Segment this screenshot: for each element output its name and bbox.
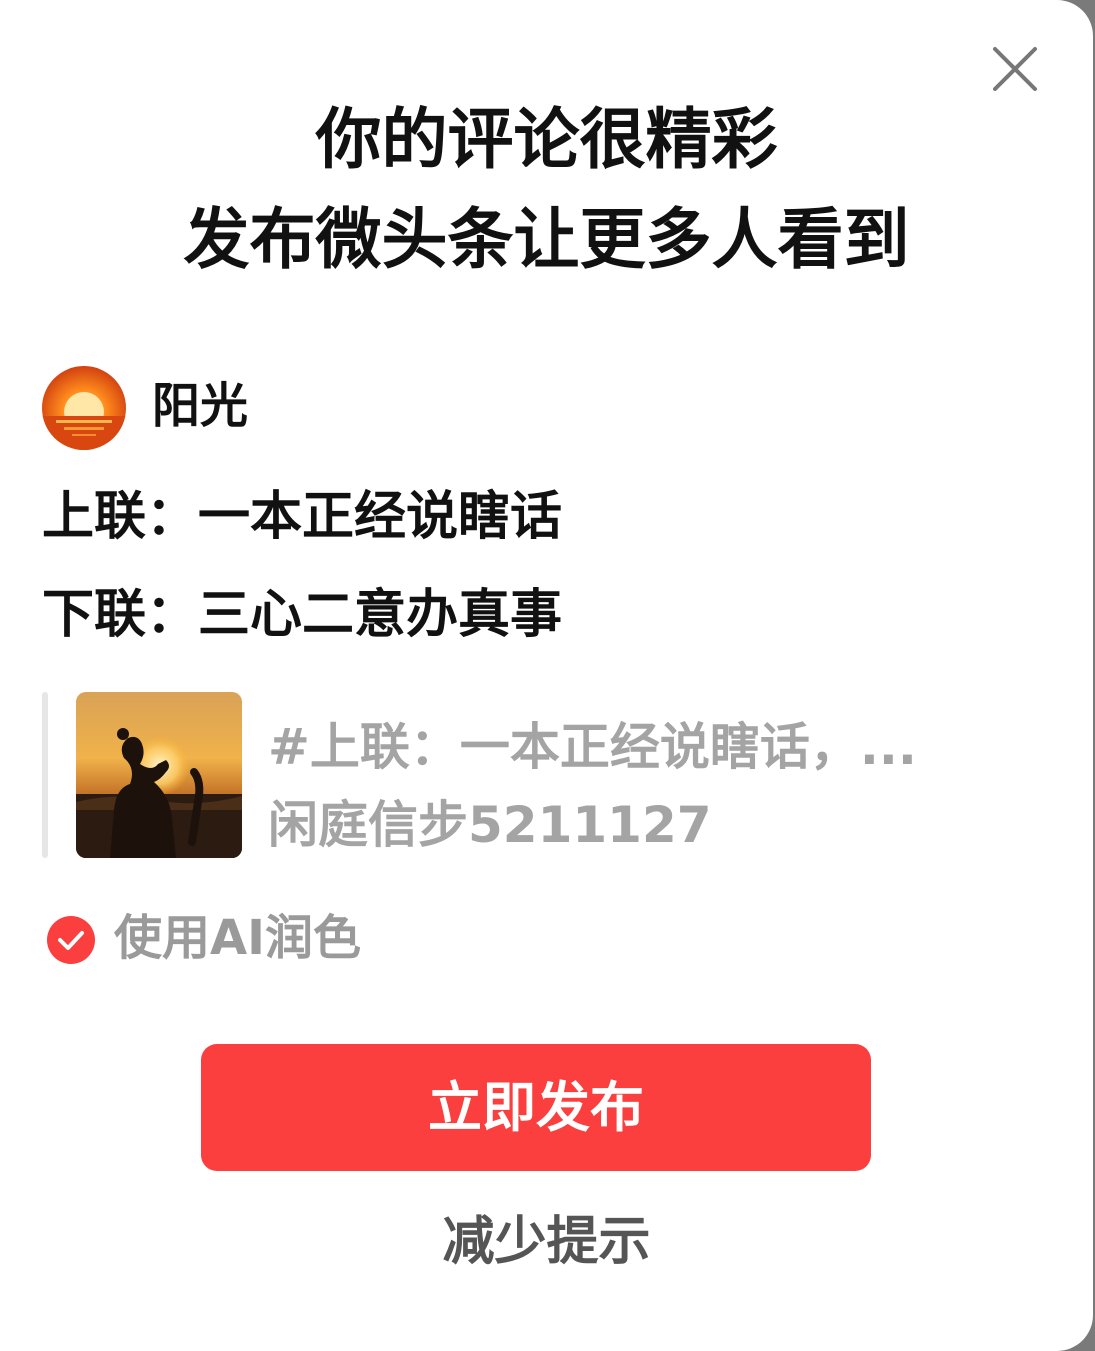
ai-polish-checkbox[interactable]: [46, 915, 96, 965]
post-text-line1: 上联：一本正经说瞎话: [42, 487, 563, 547]
author-avatar: [42, 366, 126, 450]
ai-polish-label[interactable]: 使用AI润色: [114, 905, 361, 971]
post-text-line2: 下联：三心二意办真事: [42, 585, 563, 645]
dialog-title-line1: 你的评论很精彩: [315, 101, 778, 178]
dialog-title-line2: 发布微头条让更多人看到: [183, 201, 910, 278]
comment-publish-dialog: 你的评论很精彩 发布微头条让更多人看到 阳光 上联：一本正经说瞎话 下联：三心二…: [0, 0, 1093, 1351]
publish-button[interactable]: 立即发布: [201, 1044, 871, 1171]
check-circle-icon: [47, 916, 95, 964]
author-name: 阳光: [152, 378, 249, 434]
quote-author: 闲庭信步5211127: [268, 796, 712, 854]
close-button[interactable]: [990, 44, 1040, 94]
reduce-prompts-button[interactable]: 减少提示: [0, 1206, 1093, 1278]
quote-thumbnail[interactable]: [76, 692, 242, 858]
sunset-avatar-icon: [42, 366, 126, 450]
quote-title[interactable]: #上联：一本正经说瞎话，...: [268, 714, 988, 780]
quote-divider: [42, 692, 48, 858]
close-icon: [993, 47, 1037, 91]
sunset-heart-photo-icon: [76, 692, 242, 858]
